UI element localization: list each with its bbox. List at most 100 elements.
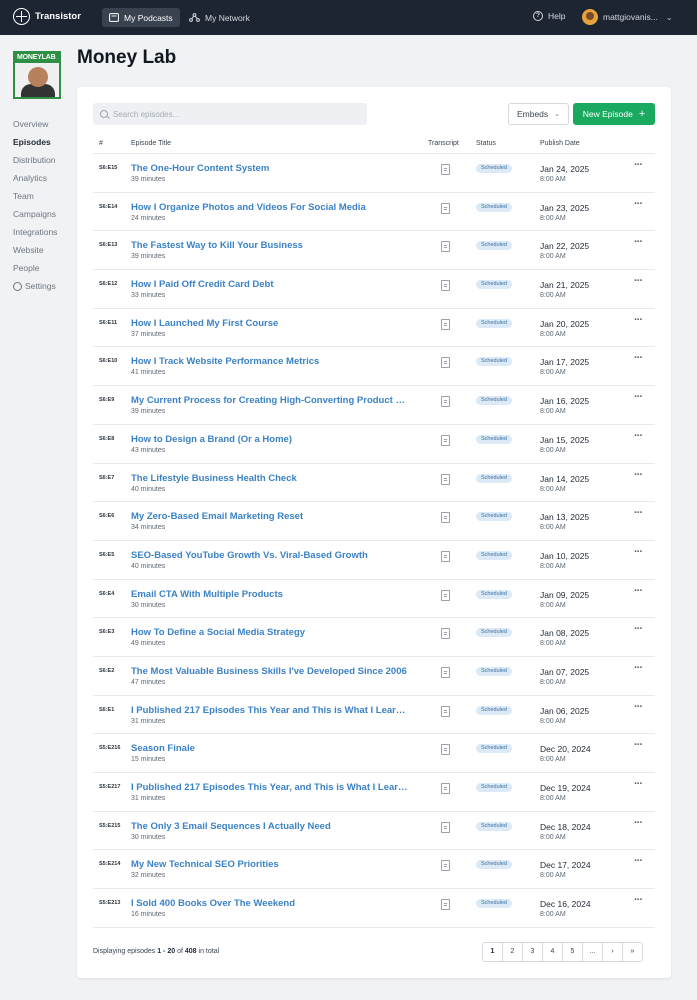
sidebar-item-episodes[interactable]: Episodes <box>13 133 57 151</box>
search-input[interactable] <box>93 103 367 125</box>
page-4-button[interactable]: 4 <box>542 942 563 962</box>
more-options-icon[interactable]: ··· <box>634 585 643 597</box>
sidebar-item-people[interactable]: People <box>13 259 57 277</box>
episode-title-link[interactable]: How I Paid Off Credit Card Debt <box>131 279 274 290</box>
user-menu[interactable]: mattgiovanis... ⌄ <box>582 9 673 25</box>
episode-duration: 34 minutes <box>131 524 166 532</box>
episode-number: S6:E14 <box>99 203 118 210</box>
tab-my-network[interactable]: My Network <box>182 8 257 27</box>
more-options-icon[interactable]: ··· <box>634 507 643 519</box>
episode-title-link[interactable]: The Only 3 Email Sequences I Actually Ne… <box>131 821 331 832</box>
sidebar-item-integrations[interactable]: Integrations <box>13 223 57 241</box>
podcast-artwork[interactable]: MONEYLAB <box>13 51 61 99</box>
episode-title-link[interactable]: The Fastest Way to Kill Your Business <box>131 240 303 251</box>
transcript-icon[interactable] <box>441 473 450 485</box>
transcript-icon[interactable] <box>441 821 450 833</box>
publish-date: Jan 20, 2025 <box>540 318 590 329</box>
transcript-icon[interactable] <box>441 860 450 872</box>
episode-title-link[interactable]: My Current Process for Creating High-Con… <box>131 395 411 406</box>
help-link[interactable]: ? Help <box>533 11 565 21</box>
episode-title-link[interactable]: How to Design a Brand (Or a Home) <box>131 434 292 445</box>
transcript-icon[interactable] <box>441 280 450 292</box>
episode-number: S6:E8 <box>99 435 115 442</box>
more-options-icon[interactable]: ··· <box>634 817 643 829</box>
episode-title-link[interactable]: My New Technical SEO Priorities <box>131 859 279 870</box>
next-page-button[interactable]: › <box>602 942 623 962</box>
episode-title-link[interactable]: I Published 217 Episodes This Year and T… <box>131 705 411 716</box>
episode-title-link[interactable]: How I Organize Photos and Videos For Soc… <box>131 202 366 213</box>
more-options-icon[interactable]: ··· <box>634 662 643 674</box>
transcript-icon[interactable] <box>441 783 450 794</box>
publish-time: 8:00 AM <box>540 524 566 532</box>
episode-title-link[interactable]: How To Define a Social Media Strategy <box>131 627 305 638</box>
transcript-icon[interactable] <box>441 318 450 330</box>
more-options-icon[interactable]: ··· <box>634 236 643 248</box>
transcript-icon[interactable] <box>441 899 450 911</box>
episode-title-link[interactable]: SEO-Based YouTube Growth Vs. Viral-Based… <box>131 550 368 561</box>
episode-title-link[interactable]: I Sold 400 Books Over The Weekend <box>131 898 295 909</box>
episode-duration: 30 minutes <box>131 601 166 609</box>
brand-logo[interactable]: Transistor <box>13 8 81 25</box>
transcript-icon[interactable] <box>441 589 450 601</box>
sidebar-item-overview[interactable]: Overview <box>13 115 57 133</box>
episode-title-link[interactable]: The Most Valuable Business Skills I've D… <box>131 666 407 677</box>
more-options-icon[interactable]: ··· <box>634 855 643 867</box>
more-options-icon[interactable]: ··· <box>634 469 643 481</box>
page-2-button[interactable]: 2 <box>502 942 523 962</box>
transcript-icon[interactable] <box>441 202 450 214</box>
episode-duration: 37 minutes <box>131 330 166 338</box>
transcript-icon[interactable] <box>441 164 450 175</box>
tab-label: My Network <box>205 12 250 23</box>
transcript-icon[interactable] <box>441 357 450 369</box>
episode-title-link[interactable]: How I Track Website Performance Metrics <box>131 356 319 367</box>
transcript-icon[interactable] <box>441 666 450 678</box>
more-options-icon[interactable]: ··· <box>634 198 643 210</box>
more-options-icon[interactable]: ··· <box>634 430 643 442</box>
sidebar-item-settings[interactable]: Settings <box>13 277 57 295</box>
episode-title-link[interactable]: Email CTA With Multiple Products <box>131 589 283 600</box>
episode-title-link[interactable]: How I Launched My First Course <box>131 318 278 329</box>
page-1-button[interactable]: 1 <box>482 942 503 962</box>
transcript-icon[interactable] <box>441 628 450 640</box>
sidebar-item-team[interactable]: Team <box>13 187 57 205</box>
transcript-icon[interactable] <box>441 550 450 562</box>
transcript-icon[interactable] <box>441 396 450 408</box>
new-episode-button[interactable]: New Episode + <box>573 103 655 125</box>
tab-my-podcasts[interactable]: My Podcasts <box>102 8 180 27</box>
embeds-dropdown[interactable]: Embeds ⌄ <box>508 103 569 125</box>
page-5-button[interactable]: 5 <box>562 942 583 962</box>
sidebar-item-campaigns[interactable]: Campaigns <box>13 205 57 223</box>
more-options-icon[interactable]: ··· <box>634 314 643 326</box>
publish-time: 8:00 AM <box>540 562 566 570</box>
more-options-icon[interactable]: ··· <box>634 275 643 287</box>
transcript-icon[interactable] <box>441 705 450 717</box>
episode-title-link[interactable]: The One-Hour Content System <box>131 163 269 174</box>
transcript-icon[interactable] <box>441 241 450 253</box>
more-options-icon[interactable]: ··· <box>634 546 643 558</box>
more-options-icon[interactable]: ··· <box>634 352 643 364</box>
more-options-icon[interactable]: ··· <box>634 739 643 751</box>
episode-title-link[interactable]: My Zero-Based Email Marketing Reset <box>131 511 303 522</box>
page-3-button[interactable]: 3 <box>522 942 543 962</box>
table-row: S6:E3 How To Define a Social Media Strate… <box>93 617 655 656</box>
transcript-icon[interactable] <box>441 434 450 446</box>
last-page-button[interactable]: » <box>622 942 643 962</box>
more-options-icon[interactable]: ··· <box>634 778 643 790</box>
transcript-icon[interactable] <box>441 512 450 524</box>
more-options-icon[interactable]: ··· <box>634 391 643 403</box>
more-options-icon[interactable]: ··· <box>634 623 643 635</box>
more-options-icon[interactable]: ··· <box>634 159 643 171</box>
episode-duration: 41 minutes <box>131 369 166 377</box>
episode-number: S6:E11 <box>99 319 118 326</box>
episode-duration: 47 minutes <box>131 678 166 686</box>
column-header-status: Status <box>476 140 496 147</box>
episode-title-link[interactable]: The Lifestyle Business Health Check <box>131 473 297 484</box>
sidebar-item-distribution[interactable]: Distribution <box>13 151 57 169</box>
episode-title-link[interactable]: Season Finale <box>131 743 195 754</box>
episode-title-link[interactable]: I Published 217 Episodes This Year, and … <box>131 782 411 793</box>
transcript-icon[interactable] <box>441 744 450 756</box>
sidebar-item-analytics[interactable]: Analytics <box>13 169 57 187</box>
more-options-icon[interactable]: ··· <box>634 894 643 906</box>
sidebar-item-website[interactable]: Website <box>13 241 57 259</box>
more-options-icon[interactable]: ··· <box>634 701 643 713</box>
